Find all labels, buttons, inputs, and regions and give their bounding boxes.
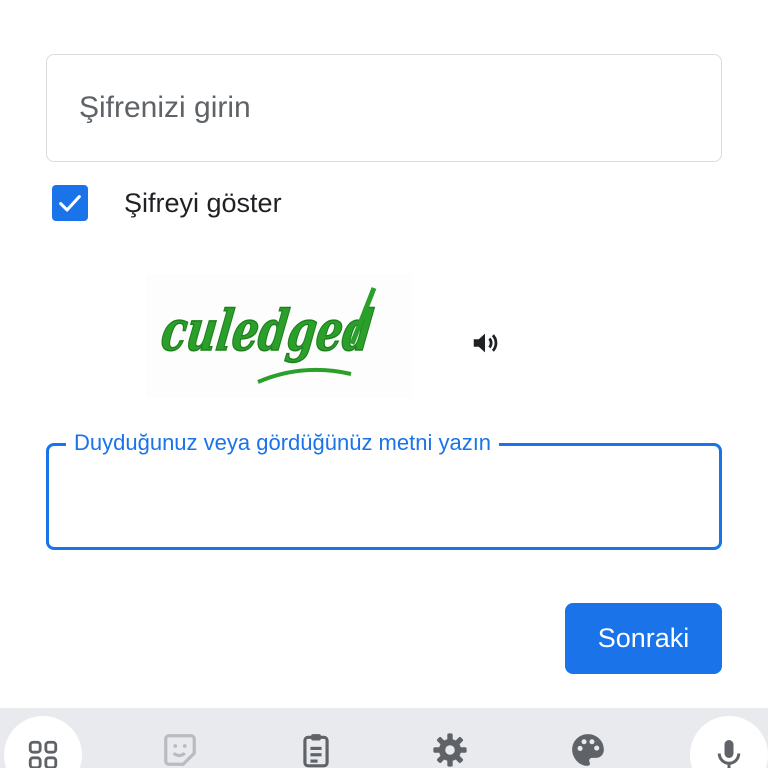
sticker-button[interactable] — [148, 718, 212, 768]
palette-icon — [572, 734, 604, 766]
page: Şifrenizi girin Şifreyi göster culedged … — [0, 0, 768, 768]
next-button-label: Sonraki — [597, 623, 690, 653]
captcha-image: culedged — [146, 274, 412, 398]
captcha-input[interactable] — [46, 443, 722, 550]
settings-button[interactable] — [418, 718, 482, 768]
keyboard-toolbar — [0, 708, 768, 768]
captcha-input-label: Duyduğunuz veya gördüğünüz metni yazın — [66, 428, 500, 458]
checkmark-icon — [59, 195, 81, 212]
apps-grid-icon — [28, 740, 58, 768]
show-password-row[interactable]: Şifreyi göster — [52, 184, 282, 222]
voice-input-button[interactable] — [690, 716, 768, 768]
clipboard-button[interactable] — [284, 718, 348, 768]
show-password-label: Şifreyi göster — [124, 187, 282, 218]
clipboard-icon — [303, 734, 329, 768]
theme-button[interactable] — [556, 718, 620, 768]
sticker-icon — [164, 734, 196, 766]
show-password-checkbox[interactable] — [52, 185, 88, 221]
next-button[interactable]: Sonraki — [565, 603, 722, 674]
apps-button[interactable] — [4, 716, 82, 768]
password-field[interactable]: Şifrenizi girin — [46, 54, 722, 162]
password-placeholder: Şifrenizi girin — [79, 91, 251, 124]
settings-icon — [433, 733, 467, 767]
captcha-text-graphic: culedged — [157, 287, 377, 384]
captcha-text: culedged — [157, 298, 376, 364]
microphone-icon — [717, 740, 741, 768]
audio-captcha-button[interactable] — [470, 328, 500, 358]
speaker-icon — [473, 333, 498, 353]
